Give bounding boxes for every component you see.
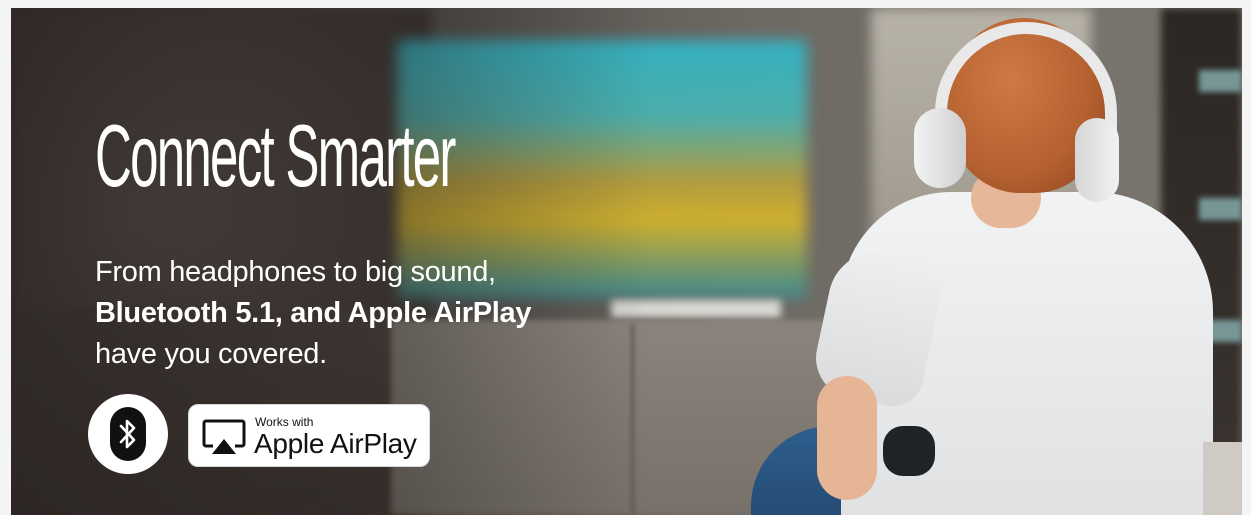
airplay-label: Apple AirPlay [254,428,417,459]
headphones-earcup-right [1075,118,1119,202]
door-panel-stripe [1199,198,1242,220]
door-panel-stripe [1199,70,1242,92]
subcopy-line-1: From headphones to big sound, [95,256,496,288]
subcopy-line-3: have you covered. [95,338,327,370]
airplay-caption: Works with [255,415,314,429]
bluetooth-badge [88,394,168,474]
airplay-badge: Works with Apple AirPlay [188,404,430,467]
sofa-edge [1203,442,1242,515]
hero-banner[interactable]: Connect Smarter From headphones to big s… [11,8,1242,515]
child-arm [817,376,877,500]
bluetooth-icon [110,407,146,461]
airplay-icon [202,419,246,454]
banner-frame: Connect Smarter From headphones to big s… [0,0,1251,515]
banner-headline: Connect Smarter [95,106,456,205]
game-controller [883,426,935,476]
headphones-earcup-left [914,108,966,188]
banner-subcopy: From headphones to big sound, Bluetooth … [95,252,565,375]
subcopy-line-2: Bluetooth 5.1, and Apple AirPlay [95,297,532,329]
